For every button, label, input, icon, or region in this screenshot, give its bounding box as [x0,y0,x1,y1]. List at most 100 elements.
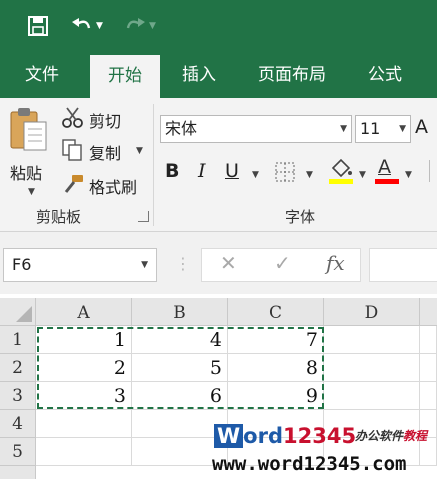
cell-b1[interactable]: 4 [132,326,228,354]
ribbon-home: 粘贴 ▼ 剪切 复制 ▼ 格式刷 剪贴板 宋体 ▼ 11 ▼ A B I U ▼… [0,98,437,232]
cancel-icon[interactable]: ✕ [220,251,237,275]
font-size-select[interactable]: 11 ▼ [355,115,411,143]
underline-dropdown-icon[interactable]: ▼ [252,170,259,180]
cell-e2[interactable] [420,354,437,382]
copy-button[interactable]: 复制 ▼ [62,138,148,164]
watermark-logo: Word12345 [214,423,356,450]
copy-label: 复制 [89,144,122,163]
cell-c2[interactable]: 8 [228,354,324,382]
tab-home[interactable]: 开始 [90,55,160,98]
font-size-value: 11 [360,119,381,138]
row-header-3[interactable]: 3 [0,382,36,410]
font-color-letter: A [378,156,391,178]
redo-button: ▼ [120,12,160,40]
cell-a4[interactable] [36,410,132,438]
save-icon [28,16,48,36]
borders-button[interactable]: ▼ [274,160,320,184]
paint-bucket-icon [331,158,352,178]
name-box-value: F6 [12,255,32,274]
cell-a1[interactable]: 1 [36,326,132,354]
tab-formulas[interactable]: 公式 [350,53,420,98]
insert-function-icon[interactable]: fx [326,251,345,275]
tab-file[interactable]: 文件 [0,53,84,98]
format-painter-button[interactable]: 格式刷 [62,172,148,198]
undo-icon [72,18,91,29]
font-color-button[interactable]: A ▼ [375,156,419,186]
watermark-url: www.word12345.com [212,453,407,475]
watermark-logo-ord: ord [243,424,283,448]
scissors-icon [62,107,83,128]
row-header-5[interactable]: 5 [0,438,36,466]
format-painter-icon [64,175,83,193]
watermark-tagline-b: 教程 [403,429,428,443]
font-color-dropdown-icon[interactable]: ▼ [405,170,412,180]
chevron-down-icon: ▼ [340,124,347,134]
grow-font-button[interactable]: A [415,116,428,138]
formula-bar: F6 ▼ ⋮ ✕ ✓ fx [0,232,437,294]
clipboard-group-label: 剪贴板 [36,208,82,226]
cell-c1[interactable]: 7 [228,326,324,354]
formula-input[interactable] [369,248,437,282]
fill-color-dropdown-icon[interactable]: ▼ [359,170,366,180]
cell-e1[interactable] [420,326,437,354]
underline-button[interactable]: U [225,160,239,182]
cut-label: 剪切 [89,112,122,131]
title-bar: ▼ ▼ [0,0,437,53]
undo-button[interactable]: ▼ [67,12,107,40]
column-header-c[interactable]: C [228,298,324,326]
watermark-logo-w: W [214,424,244,448]
row-header-4[interactable]: 4 [0,410,36,438]
copy-icon [62,139,82,161]
column-header-e[interactable] [420,298,437,326]
redo-icon [126,18,146,29]
fill-color-swatch [329,179,353,184]
group-divider [429,160,430,182]
row-header-2[interactable]: 2 [0,354,36,382]
font-color-swatch [375,179,399,184]
save-button[interactable] [24,12,52,40]
copy-dropdown-icon[interactable]: ▼ [136,146,143,156]
italic-button[interactable]: I [198,160,206,182]
cell-c3[interactable]: 9 [228,382,324,410]
undo-dropdown-icon[interactable]: ▼ [96,21,103,31]
column-header-a[interactable]: A [36,298,132,326]
redo-dropdown-icon: ▼ [149,21,156,31]
borders-dropdown-icon[interactable]: ▼ [306,170,313,180]
row-header-1[interactable]: 1 [0,326,36,354]
formula-bar-splitter[interactable]: ⋮ [175,254,191,273]
chevron-down-icon: ▼ [399,124,406,134]
ribbon-tabs: 文件 开始 插入 页面布局 公式 [0,53,437,98]
cell-d2[interactable] [324,354,420,382]
watermark: Word12345 办公软件教程 www.word12345.com [210,423,437,479]
fill-color-button[interactable]: ▼ [329,158,373,186]
cell-a5[interactable] [36,438,132,466]
group-divider [153,104,154,226]
cell-a2[interactable]: 2 [36,354,132,382]
enter-icon[interactable]: ✓ [274,251,291,275]
row-header-6[interactable] [0,466,36,479]
cell-b2[interactable]: 5 [132,354,228,382]
tab-page-layout[interactable]: 页面布局 [242,53,342,98]
font-group-label: 字体 [285,208,316,226]
column-header-b[interactable]: B [132,298,228,326]
font-name-value: 宋体 [165,119,198,138]
format-painter-label: 格式刷 [89,178,138,197]
cell-b3[interactable]: 6 [132,382,228,410]
border-icon [275,162,295,182]
cut-button[interactable]: 剪切 [62,106,142,132]
cell-a3[interactable]: 3 [36,382,132,410]
watermark-tagline-a: 办公软件 [355,429,404,443]
paste-dropdown-icon[interactable]: ▼ [28,187,35,197]
font-name-select[interactable]: 宋体 ▼ [160,115,352,143]
cell-e3[interactable] [420,382,437,410]
paste-button[interactable]: 粘贴 ▼ [6,104,52,200]
cell-d3[interactable] [324,382,420,410]
clipboard-launcher-icon[interactable] [138,211,149,222]
column-header-d[interactable]: D [324,298,420,326]
cell-d1[interactable] [324,326,420,354]
name-box[interactable]: F6 ▼ [3,248,157,282]
tab-insert[interactable]: 插入 [164,53,234,98]
select-all-button[interactable] [0,298,36,326]
watermark-logo-num: 12345 [283,424,357,448]
bold-button[interactable]: B [165,160,179,182]
